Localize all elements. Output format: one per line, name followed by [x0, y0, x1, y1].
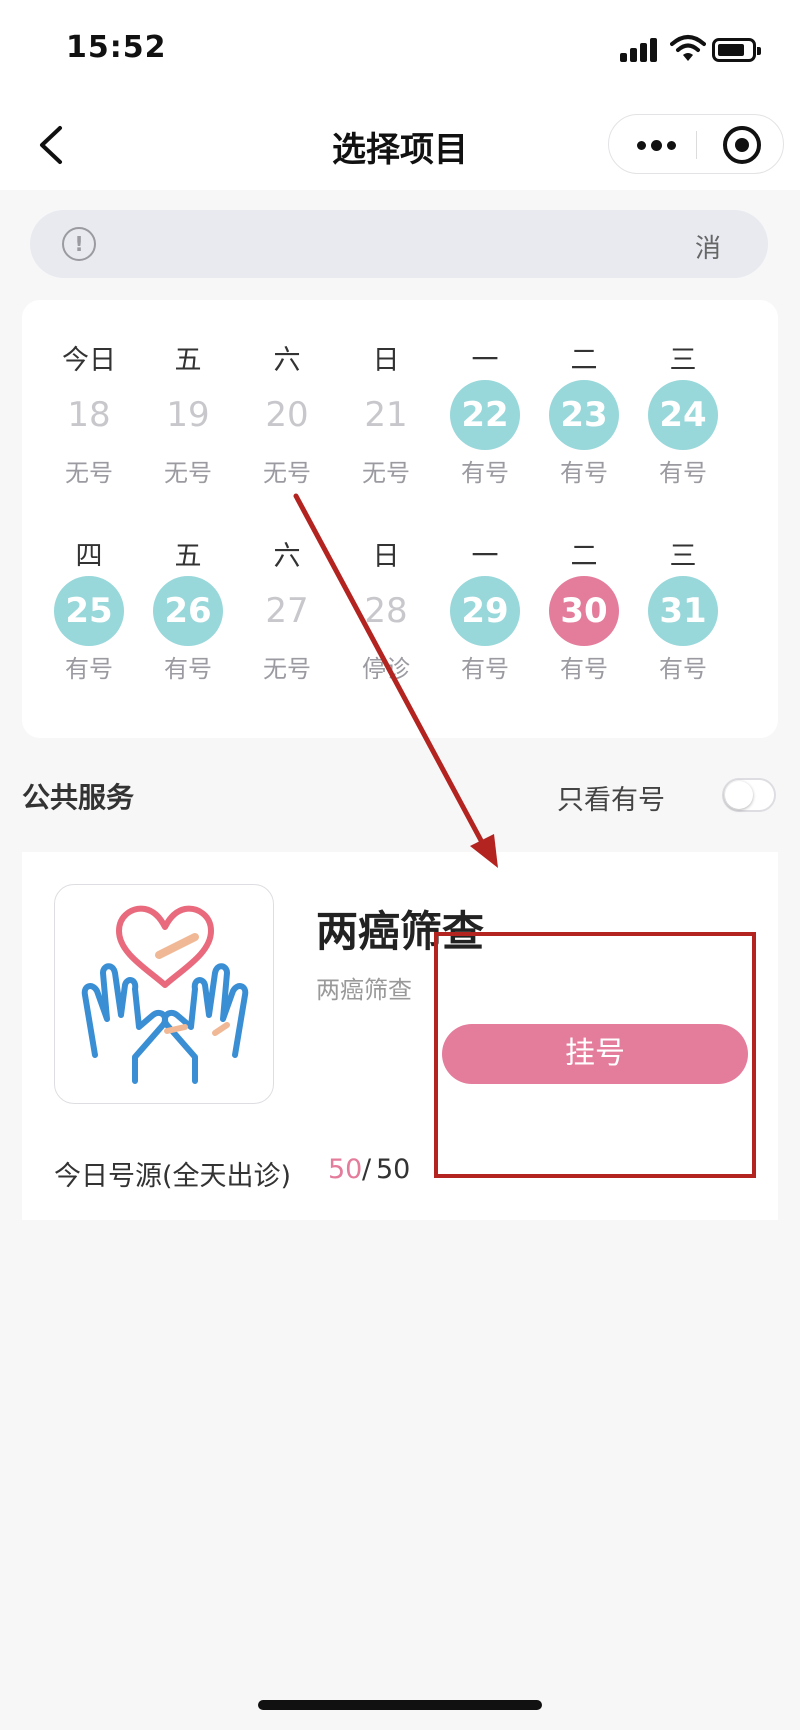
more-icon[interactable] [637, 140, 677, 151]
calendar-slot-status: 有号 [659, 459, 707, 487]
calendar-weekday: 一 [471, 345, 499, 376]
calendar-slot-status: 无号 [65, 459, 113, 487]
calendar-weekday: 一 [471, 541, 499, 572]
available-only-toggle[interactable] [722, 778, 776, 812]
capsule-divider [696, 131, 697, 159]
quota-total: 50 [376, 1154, 411, 1185]
calendar-slot-status: 停诊 [362, 655, 410, 683]
calendar-date[interactable]: 21 [351, 380, 421, 450]
target-icon[interactable] [723, 126, 761, 164]
calendar-slot-status: 无号 [362, 459, 410, 487]
calendar-weekday: 五 [174, 345, 202, 376]
service-desc: 两癌筛查 [316, 976, 412, 1004]
status-bar: 15:52 [0, 0, 800, 100]
calendar-weekday: 六 [273, 541, 301, 572]
calendar-date[interactable]: 31 [648, 576, 718, 646]
notice-bar[interactable]: ! 消 [30, 210, 768, 278]
calendar-date[interactable]: 24 [648, 380, 718, 450]
nav-bar: 选择项目 [0, 100, 800, 190]
calendar-weekday: 二 [570, 345, 598, 376]
calendar-slot-status: 有号 [65, 655, 113, 683]
status-time: 15:52 [66, 30, 167, 65]
calendar-slot-status: 无号 [164, 459, 212, 487]
quota-label: 今日号源(全天出诊) [54, 1161, 292, 1192]
calendar-weekday: 日 [372, 345, 400, 376]
calendar-date[interactable]: 18 [54, 380, 124, 450]
calendar-date[interactable]: 19 [153, 380, 223, 450]
calendar-date[interactable]: 27 [252, 576, 322, 646]
battery-icon [712, 38, 761, 62]
notice-text: 消 [695, 234, 722, 264]
calendar-slot-status: 有号 [461, 655, 509, 683]
calendar-date[interactable]: 29 [450, 576, 520, 646]
calendar-weekday: 三 [669, 541, 697, 572]
calendar-weekday: 四 [75, 541, 103, 572]
service-logo [54, 884, 274, 1104]
calendar-slot-status: 有号 [560, 459, 608, 487]
calendar-slot-status: 有号 [560, 655, 608, 683]
calendar-weekday: 日 [372, 541, 400, 572]
quota-separator: / [362, 1154, 372, 1185]
mini-program-capsule [608, 114, 784, 174]
wifi-icon [670, 35, 706, 61]
calendar-weekday: 三 [669, 345, 697, 376]
calendar-slot-status: 无号 [263, 655, 311, 683]
calendar-slot-status: 无号 [263, 459, 311, 487]
date-calendar: 今日 18 无号五 19 无号六 20 无号日 21 无号一 22 有号二 23 有号三 24 有号四 25 有… [22, 300, 778, 738]
quota-remaining: 50 [328, 1154, 363, 1185]
calendar-date[interactable]: 30 [549, 576, 619, 646]
home-indicator [258, 1700, 542, 1710]
calendar-date[interactable]: 28 [351, 576, 421, 646]
calendar-slot-status: 有号 [461, 459, 509, 487]
calendar-date[interactable]: 26 [153, 576, 223, 646]
calendar-weekday: 五 [174, 541, 202, 572]
calendar-slot-status: 有号 [659, 655, 707, 683]
info-icon: ! [62, 227, 96, 261]
heart-hands-icon [81, 905, 249, 1084]
signal-icon [620, 38, 660, 62]
annotation-highlight-box [434, 932, 756, 1178]
filter-label: 只看有号 [557, 785, 665, 816]
calendar-weekday: 今日 [62, 345, 116, 376]
calendar-weekday: 二 [570, 541, 598, 572]
calendar-date[interactable]: 23 [549, 380, 619, 450]
calendar-date[interactable]: 25 [54, 576, 124, 646]
calendar-date[interactable]: 20 [252, 380, 322, 450]
section-title: 公共服务 [22, 781, 135, 814]
calendar-date[interactable]: 22 [450, 380, 520, 450]
calendar-slot-status: 有号 [164, 655, 212, 683]
calendar-weekday: 六 [273, 345, 301, 376]
